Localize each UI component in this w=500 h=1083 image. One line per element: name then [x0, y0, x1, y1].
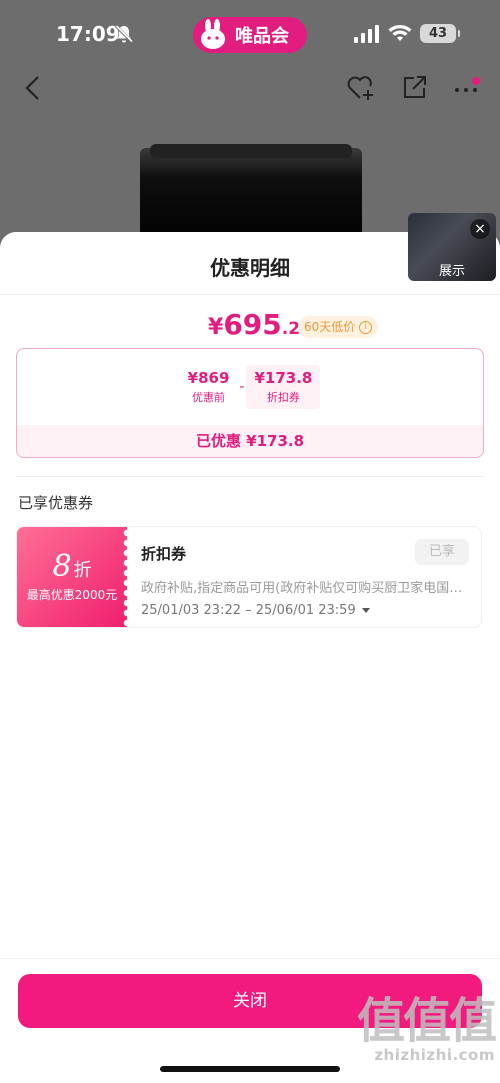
section-title-coupons: 已享优惠券 [18, 494, 94, 512]
rabbit-logo-icon [201, 19, 225, 49]
info-icon[interactable]: i [359, 320, 373, 334]
coupon-discount: 8折 [52, 549, 92, 584]
low-price-badge[interactable]: 60天低价 i [298, 316, 379, 338]
original-price: ¥869 优惠前 [187, 369, 230, 404]
back-icon[interactable] [22, 74, 44, 102]
status-time: 17:09 [56, 22, 120, 46]
wifi-icon [388, 25, 412, 41]
brand-pill[interactable]: 唯品会 [193, 17, 307, 53]
coupon-status-badge: 已享 [415, 539, 469, 565]
minus-operator: - [239, 379, 245, 395]
more-icon[interactable] [452, 76, 484, 100]
home-indicator[interactable] [160, 1066, 340, 1072]
discount-detail-sheet: 优惠明细 ¥695.2 60天低价 i ¥869 优惠前 - ¥173.8 折扣… [0, 232, 500, 1083]
price-breakdown: ¥869 优惠前 - ¥173.8 折扣券 已优惠 ¥173.8 [16, 348, 484, 458]
video-label: 展示 [438, 264, 465, 279]
final-price: ¥695.2 [208, 308, 301, 341]
bell-muted-icon [114, 24, 134, 44]
caret-down-icon [361, 608, 370, 613]
divider [16, 476, 484, 477]
video-close-icon[interactable]: × [470, 219, 490, 239]
coupon-validity-toggle[interactable]: 25/01/03 23:22 – 25/06/01 23:59 [141, 603, 370, 618]
coupon-value-panel: 8折 最高优惠2000元 [17, 527, 131, 627]
cellular-signal-icon [354, 25, 379, 43]
floating-video-thumbnail[interactable]: × 展示 [408, 213, 496, 281]
coupon-card[interactable]: 8折 最高优惠2000元 折扣券 已享 政府补贴,指定商品可用(政府补贴仅可购买… [16, 526, 482, 628]
coupon-max-discount: 最高优惠2000元 [26, 588, 118, 602]
status-bar: 17:09 唯品会 43 [0, 0, 500, 66]
favorite-add-icon[interactable] [346, 74, 376, 102]
divider [0, 294, 500, 295]
battery-icon: 43 [420, 24, 460, 43]
brand-name: 唯品会 [235, 26, 289, 47]
coupon-description: 政府补贴,指定商品可用(政府补贴仅可购买厨卫家电国家… [141, 581, 471, 596]
saved-amount: 已优惠 ¥173.8 [17, 425, 483, 457]
watermark: 值值值 zhizhizhi.com [356, 993, 497, 1064]
coupon-deduction: ¥173.8 折扣券 [246, 365, 321, 409]
share-icon[interactable] [400, 74, 428, 102]
divider [0, 958, 500, 959]
coupon-name: 折扣券 [141, 545, 187, 563]
